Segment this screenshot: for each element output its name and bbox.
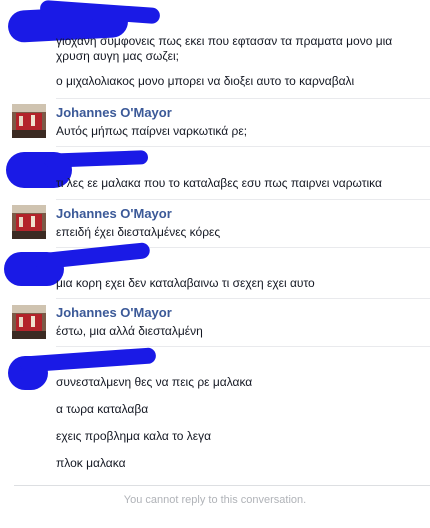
- message-text: τι λες εε μαλακα που το καταλαβες εσυ πω…: [56, 176, 382, 190]
- message-text: έστω, μια αλλά διεσταλμένη: [56, 324, 203, 338]
- footer-divider: [14, 485, 430, 486]
- message-text: επειδή έχει διεσταλμένες κόρες: [56, 225, 221, 239]
- message-text: γιοχανη συμφονεις πως εκει που εφτασαν τ…: [56, 34, 393, 48]
- sender-name[interactable]: Johannes O'Mayor: [56, 305, 172, 320]
- sender-name[interactable]: Johannes O'Mayor: [56, 206, 172, 221]
- message-divider: [56, 146, 430, 147]
- message-text: α τωρα καταλαβα: [56, 402, 149, 416]
- message-text: ο μιχαλολιακος μονο μπορει να διοξει αυτ…: [56, 74, 355, 88]
- message-text: μια κορη εχει δεν καταλαβαινω τι σεχεη ε…: [56, 276, 315, 290]
- message-text: συνεσταλμενη θες να πεις ρε μαλακα: [56, 375, 253, 389]
- message-divider: [56, 199, 430, 200]
- redaction-scribble: [19, 347, 157, 373]
- message-text: πλοκ μαλακα: [56, 456, 126, 470]
- message-divider: [56, 98, 430, 99]
- reply-disabled-notice: You cannot reply to this conversation.: [123, 494, 307, 506]
- avatar[interactable]: [12, 205, 46, 239]
- avatar[interactable]: [12, 104, 46, 138]
- conversation-thread: γιοχανη συμφονεις πως εκει που εφτασαν τ…: [0, 0, 430, 528]
- redaction-scribble: [43, 150, 149, 168]
- message-text: εχεις προβλημα καλα το λεγα: [56, 429, 212, 443]
- message-text: χρυση αυγη μας σωζει;: [56, 49, 179, 63]
- sender-name[interactable]: Johannes O'Mayor: [56, 105, 172, 120]
- avatar[interactable]: [12, 305, 46, 339]
- message-divider: [56, 346, 430, 347]
- message-divider: [56, 298, 430, 299]
- message-text: Αυτός μήπως παίρνει ναρκωτικά ρε;: [56, 124, 248, 138]
